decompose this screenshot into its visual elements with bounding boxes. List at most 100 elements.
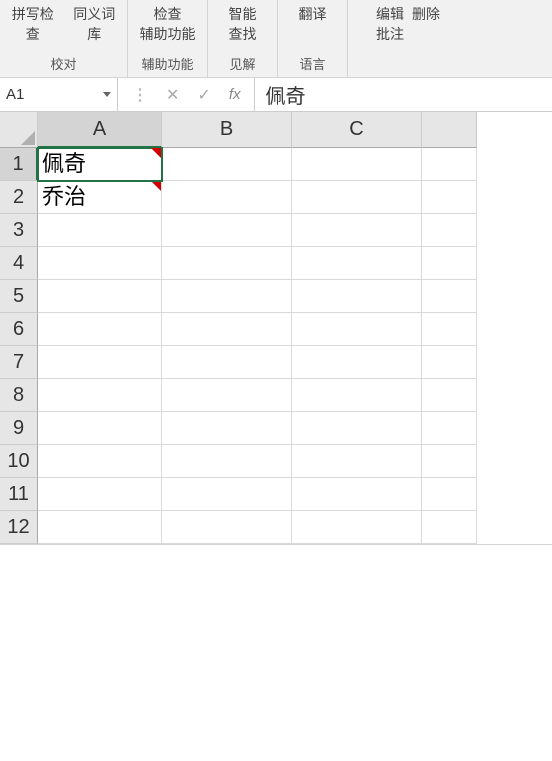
row-header-4[interactable]: 4 (0, 247, 38, 280)
formula-input[interactable]: 佩奇 (255, 80, 552, 109)
cell-A9[interactable] (38, 412, 162, 445)
chevron-down-icon[interactable] (103, 92, 111, 97)
table-row (38, 280, 477, 313)
cell-A1[interactable]: 佩奇 (38, 148, 162, 181)
cell-C9[interactable] (292, 412, 422, 445)
table-row (38, 313, 477, 346)
cell-B1[interactable] (162, 148, 292, 181)
cell-A2[interactable]: 乔治 (38, 181, 162, 214)
cell-B6[interactable] (162, 313, 292, 346)
cell-C6[interactable] (292, 313, 422, 346)
name-box[interactable]: A1 (0, 78, 118, 111)
row-header-1[interactable]: 1 (0, 148, 38, 181)
cell-A5[interactable] (38, 280, 162, 313)
cell-7[interactable] (422, 346, 477, 379)
cell-6[interactable] (422, 313, 477, 346)
comment-marker-icon[interactable] (151, 181, 161, 191)
thesaurus-label: 同义词库 (68, 4, 122, 44)
row-header-2[interactable]: 2 (0, 181, 38, 214)
cell-5[interactable] (422, 280, 477, 313)
cell-C10[interactable] (292, 445, 422, 478)
cell-A6[interactable] (38, 313, 162, 346)
smart-lookup-button[interactable]: 智能 查找 (229, 4, 257, 44)
table-row (38, 214, 477, 247)
table-row (38, 346, 477, 379)
accessibility-check-button[interactable]: 检查 辅助功能 (140, 4, 196, 44)
ribbon-group-insights: 智能 查找 见解 (208, 0, 278, 77)
cell-C11[interactable] (292, 478, 422, 511)
cell-1[interactable] (422, 148, 477, 181)
cell-C4[interactable] (292, 247, 422, 280)
col-header-B[interactable]: B (162, 112, 292, 148)
confirm-icon[interactable]: ✓ (197, 85, 210, 105)
cancel-icon[interactable]: ✕ (166, 85, 179, 105)
cell-C3[interactable] (292, 214, 422, 247)
cell-B7[interactable] (162, 346, 292, 379)
cell-A11[interactable] (38, 478, 162, 511)
cell-A3[interactable] (38, 214, 162, 247)
row-header-8[interactable]: 8 (0, 379, 38, 412)
row-header-5[interactable]: 5 (0, 280, 38, 313)
cell-C5[interactable] (292, 280, 422, 313)
table-row (38, 478, 477, 511)
cell-10[interactable] (422, 445, 477, 478)
row-header-7[interactable]: 7 (0, 346, 38, 379)
cell-A10[interactable] (38, 445, 162, 478)
cell-4[interactable] (422, 247, 477, 280)
table-row: 佩奇 (38, 148, 477, 181)
cell-B4[interactable] (162, 247, 292, 280)
spellcheck-button[interactable]: 拼写检查 (6, 4, 60, 44)
grid[interactable]: 佩奇乔治 (38, 148, 477, 544)
row-header-3[interactable]: 3 (0, 214, 38, 247)
translate-button[interactable]: 翻译 (299, 4, 327, 24)
cell-A8[interactable] (38, 379, 162, 412)
accessibility-label-2: 辅助功能 (140, 24, 196, 44)
cell-B12[interactable] (162, 511, 292, 544)
cell-B8[interactable] (162, 379, 292, 412)
delete-comment-button[interactable]: 删除 (412, 4, 440, 24)
select-all-corner[interactable] (0, 112, 38, 148)
more-icon[interactable]: ⋮ (132, 85, 148, 105)
row-header-9[interactable]: 9 (0, 412, 38, 445)
cell-B5[interactable] (162, 280, 292, 313)
cell-A12[interactable] (38, 511, 162, 544)
cell-C2[interactable] (292, 181, 422, 214)
ribbon-group-language: 翻译 语言 (278, 0, 348, 77)
cell-A7[interactable] (38, 346, 162, 379)
edit-comment-label-2: 批注 (376, 24, 404, 44)
edit-comment-label-1: 编辑 (376, 4, 404, 24)
cell-C8[interactable] (292, 379, 422, 412)
ribbon-group-proofing: 拼写检查 同义词库 校对 (0, 0, 128, 77)
cell-2[interactable] (422, 181, 477, 214)
col-header-A[interactable]: A (38, 112, 162, 148)
cell-12[interactable] (422, 511, 477, 544)
cell-C7[interactable] (292, 346, 422, 379)
below-grid-area (0, 544, 552, 704)
cell-B10[interactable] (162, 445, 292, 478)
ribbon-group-comments-label (354, 71, 462, 73)
cell-B2[interactable] (162, 181, 292, 214)
cell-11[interactable] (422, 478, 477, 511)
row-header-6[interactable]: 6 (0, 313, 38, 346)
spellcheck-label: 拼写检查 (6, 4, 60, 44)
cell-B3[interactable] (162, 214, 292, 247)
col-header-C[interactable]: C (292, 112, 422, 148)
cell-3[interactable] (422, 214, 477, 247)
cell-8[interactable] (422, 379, 477, 412)
cell-A4[interactable] (38, 247, 162, 280)
edit-comment-button[interactable]: 编辑 批注 (376, 4, 404, 44)
row-header-10[interactable]: 10 (0, 445, 38, 478)
row-header-11[interactable]: 11 (0, 478, 38, 511)
col-header-extra[interactable] (422, 112, 477, 148)
cell-C12[interactable] (292, 511, 422, 544)
thesaurus-button[interactable]: 同义词库 (68, 4, 122, 44)
formula-bar: A1 ⋮ ✕ ✓ fx 佩奇 (0, 78, 552, 112)
ribbon-group-insights-label: 见解 (214, 52, 271, 73)
cell-C1[interactable] (292, 148, 422, 181)
cell-9[interactable] (422, 412, 477, 445)
cell-B11[interactable] (162, 478, 292, 511)
row-header-12[interactable]: 12 (0, 511, 38, 544)
cell-B9[interactable] (162, 412, 292, 445)
comment-marker-icon[interactable] (151, 148, 161, 158)
fx-icon[interactable]: fx (229, 86, 241, 103)
